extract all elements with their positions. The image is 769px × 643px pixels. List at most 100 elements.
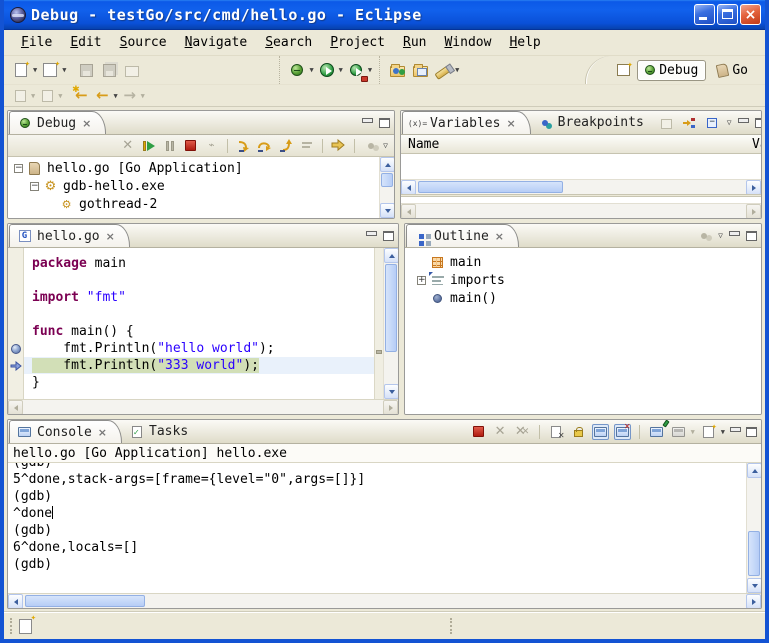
- collapse-all-button[interactable]: −: [704, 115, 721, 131]
- show-logical-structure-button[interactable]: [681, 115, 698, 131]
- external-tools-button[interactable]: [346, 60, 366, 80]
- ruler-cell[interactable]: [8, 289, 23, 306]
- ruler-cell[interactable]: [8, 255, 23, 272]
- menu-file[interactable]: File: [12, 33, 61, 52]
- search-button[interactable]: [433, 60, 453, 80]
- pin-console-button[interactable]: [648, 424, 665, 440]
- step-over-button[interactable]: [256, 138, 273, 154]
- variables-column-header[interactable]: Name Value: [401, 135, 761, 154]
- step-into-button[interactable]: [235, 138, 252, 154]
- console-maximize-button[interactable]: [746, 427, 757, 437]
- tab-variables-close-icon[interactable]: ×: [506, 117, 515, 130]
- perspective-go-button[interactable]: Go: [710, 61, 755, 80]
- tree-expander-icon[interactable]: −: [30, 218, 39, 219]
- tab-debug[interactable]: Debug ×: [9, 111, 106, 134]
- fast-view-icon[interactable]: [19, 619, 32, 634]
- code-line[interactable]: [24, 272, 374, 289]
- outline-view-menu-icon[interactable]: ▽: [718, 231, 723, 240]
- menu-edit[interactable]: Edit: [61, 33, 110, 52]
- outline-item[interactable]: +imports: [411, 271, 761, 289]
- external-tools-dropdown-icon[interactable]: ▼: [368, 66, 372, 74]
- variables-horizontal-scrollbar[interactable]: [401, 179, 761, 194]
- scroll-up-icon[interactable]: [384, 248, 398, 263]
- code-line[interactable]: fmt.Println("hello world");: [24, 340, 374, 357]
- new-wizard-dropdown-icon[interactable]: ▼: [33, 66, 37, 74]
- code-line[interactable]: import "fmt": [24, 289, 374, 306]
- editor-annotation-ruler[interactable]: [8, 248, 24, 399]
- show-stderr-button[interactable]: ✕: [614, 424, 631, 440]
- tab-tasks[interactable]: ✓ Tasks: [122, 420, 202, 443]
- scroll-down-icon[interactable]: [380, 203, 394, 218]
- outline-item[interactable]: main: [411, 253, 761, 271]
- scroll-up-icon[interactable]: [747, 463, 761, 478]
- menu-source[interactable]: Source: [111, 33, 176, 52]
- console-minimize-button[interactable]: [730, 427, 741, 436]
- close-button[interactable]: ×: [740, 4, 761, 25]
- tab-hello-go-close-icon[interactable]: ×: [106, 230, 115, 243]
- scroll-left-icon[interactable]: [401, 180, 416, 195]
- tree-expander-icon[interactable]: −: [30, 182, 39, 191]
- search-dropdown-icon[interactable]: ▼: [455, 66, 459, 74]
- use-step-filters-button[interactable]: [330, 138, 347, 154]
- variables-view-minimize-button[interactable]: [738, 118, 749, 127]
- console-vertical-scrollbar[interactable]: [746, 463, 761, 593]
- variables-view-menu-icon[interactable]: ▽: [727, 118, 732, 127]
- code-line[interactable]: func main() {: [24, 323, 374, 340]
- tree-expander-icon[interactable]: −: [14, 164, 23, 173]
- editor-overview-ruler[interactable]: [374, 248, 383, 399]
- code-line[interactable]: [24, 306, 374, 323]
- scroll-right-icon[interactable]: [746, 594, 761, 609]
- debug-view-maximize-button[interactable]: [379, 118, 390, 128]
- open-console-button[interactable]: ✦: [700, 424, 717, 440]
- scroll-lock-button[interactable]: [570, 424, 587, 440]
- console-terminate-button[interactable]: [470, 424, 487, 440]
- editor-code-area[interactable]: package main import "fmt" func main() { fm…: [24, 248, 374, 399]
- new-project-dropdown-icon[interactable]: ▼: [62, 66, 66, 74]
- new-project-button[interactable]: ✦: [40, 60, 60, 80]
- debug-tree-item[interactable]: −⚙gdb-hello.exe: [8, 177, 379, 195]
- tab-breakpoints[interactable]: Breakpoints: [531, 111, 658, 134]
- editor-vertical-scrollbar[interactable]: [383, 248, 398, 399]
- instruction-pointer-marker[interactable]: [8, 357, 23, 374]
- run-button[interactable]: [317, 60, 337, 80]
- ruler-cell[interactable]: [8, 272, 23, 289]
- column-value[interactable]: Value: [752, 137, 761, 152]
- scroll-down-icon[interactable]: [747, 578, 761, 593]
- terminate-button[interactable]: [182, 138, 199, 154]
- perspective-debug-button[interactable]: Debug: [637, 60, 706, 81]
- console-horizontal-scrollbar[interactable]: [8, 593, 761, 608]
- ruler-cell[interactable]: [8, 323, 23, 340]
- new-wizard-button[interactable]: ✦: [11, 60, 31, 80]
- resume-button[interactable]: [140, 138, 157, 154]
- editor-minimize-button[interactable]: [366, 231, 377, 240]
- tree-expander-icon[interactable]: +: [417, 276, 426, 285]
- clear-console-button[interactable]: ✕: [548, 424, 565, 440]
- scroll-down-icon[interactable]: [384, 384, 398, 399]
- menu-project[interactable]: Project: [321, 33, 394, 52]
- back-dropdown-icon[interactable]: ▼: [113, 92, 117, 100]
- menu-help[interactable]: Help: [500, 33, 549, 52]
- menu-search[interactable]: Search: [256, 33, 321, 52]
- code-line[interactable]: package main: [24, 255, 374, 272]
- maximize-button[interactable]: [717, 4, 738, 25]
- tab-hello-go[interactable]: G hello.go ×: [9, 224, 130, 247]
- outline-minimize-button[interactable]: [729, 231, 740, 240]
- debug-dropdown-icon[interactable]: ▼: [309, 66, 313, 74]
- show-stdout-button[interactable]: [592, 424, 609, 440]
- open-console-dropdown-icon[interactable]: ▼: [721, 428, 725, 436]
- debug-button[interactable]: [287, 60, 307, 80]
- ruler-cell[interactable]: [8, 374, 23, 391]
- column-name[interactable]: Name: [408, 137, 439, 152]
- menu-navigate[interactable]: Navigate: [176, 33, 257, 52]
- menu-window[interactable]: Window: [435, 33, 500, 52]
- console-text-area[interactable]: (gdb) 5^done,stack-args=[frame={level="0…: [8, 463, 746, 593]
- tab-outline-close-icon[interactable]: ×: [495, 230, 504, 243]
- ruler-cell[interactable]: [8, 306, 23, 323]
- back-button[interactable]: ←: [93, 87, 111, 105]
- step-return-button[interactable]: [277, 138, 294, 154]
- variables-tree-area[interactable]: [401, 154, 761, 179]
- breakpoint-marker[interactable]: [8, 340, 23, 357]
- debug-tree-item[interactable]: −hello.go [Go Application]: [8, 159, 379, 177]
- menu-run[interactable]: Run: [394, 33, 435, 52]
- last-edit-location-button[interactable]: ←✱: [72, 87, 90, 105]
